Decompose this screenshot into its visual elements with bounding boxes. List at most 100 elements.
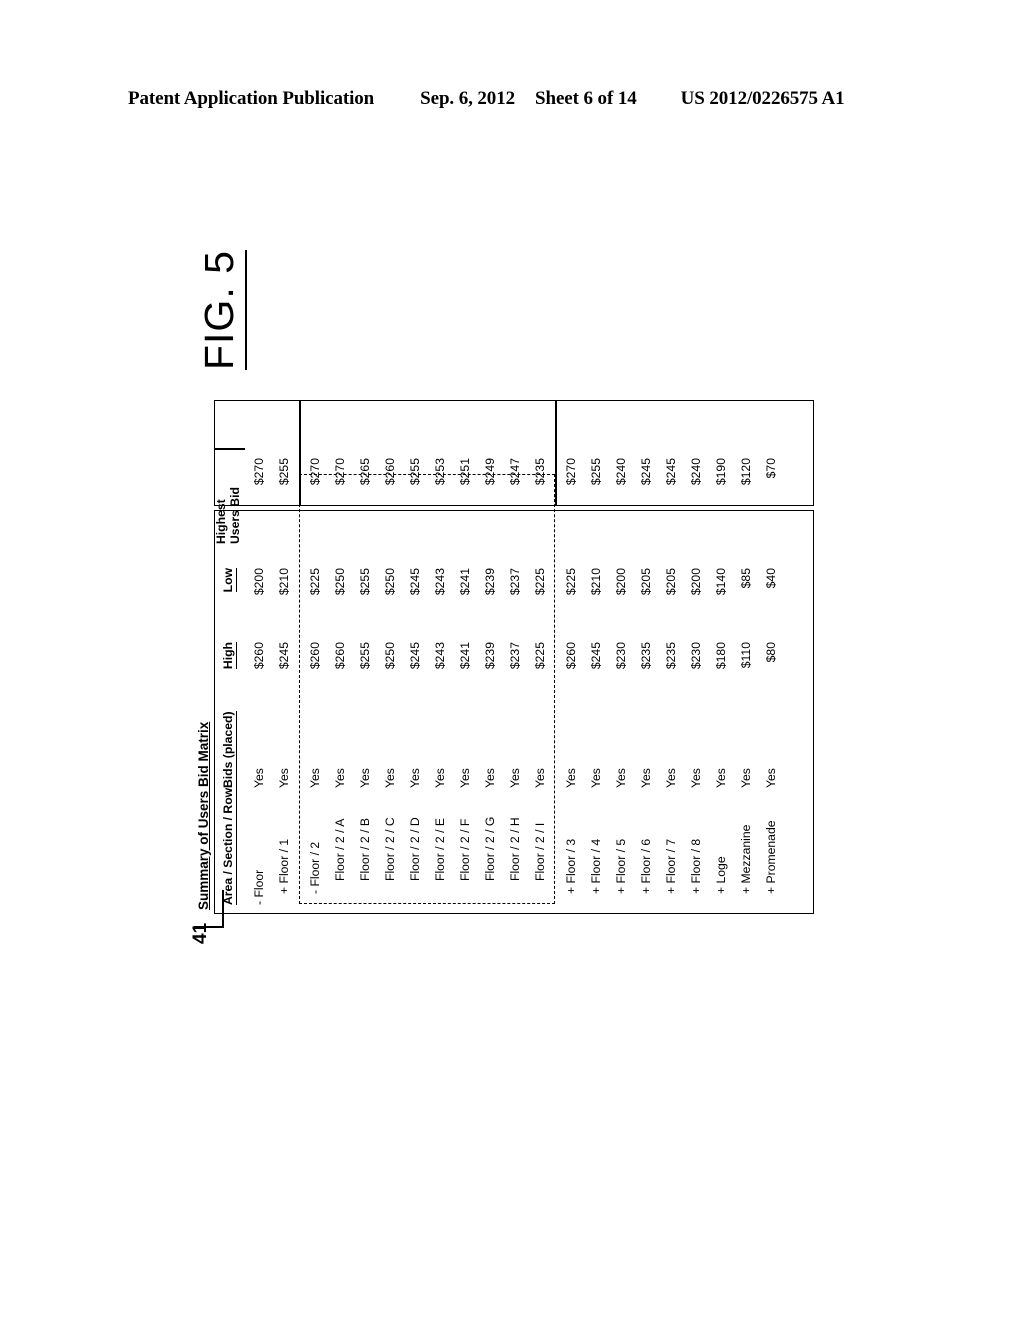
- column-header-highest-users-bid: Highest Users Bid: [214, 444, 242, 550]
- table-row[interactable]: + Floor / 5 Yes $230 $200 $240: [608, 400, 633, 914]
- cell-highest-users-bid: $270: [307, 458, 322, 486]
- column-header-bids-label: Bids (placed): [220, 711, 237, 788]
- cell-low: $85: [738, 568, 753, 589]
- cell-high: $235: [663, 642, 678, 670]
- cell-low: $241: [457, 568, 472, 596]
- table-row[interactable]: Floor / 2 / C Yes $250 $250 $260: [377, 400, 402, 914]
- cell-highest-users-bid: $270: [251, 458, 266, 486]
- cell-low: $200: [688, 568, 703, 596]
- cell-highest-users-bid: $120: [738, 458, 753, 486]
- patent-header: Patent Application Publication Sep. 6, 2…: [128, 88, 896, 110]
- cell-bids-placed: Yes: [432, 768, 447, 788]
- matrix-title: Summary of Users Bid Matrix: [196, 721, 211, 910]
- cell-high: $260: [251, 642, 266, 670]
- cell-high: $230: [688, 642, 703, 670]
- table-row[interactable]: Floor / 2 / I Yes $225 $225 $235: [527, 400, 552, 914]
- cell-low: $210: [276, 568, 291, 596]
- cell-highest-users-bid: $249: [482, 458, 497, 486]
- cell-bids-placed: Yes: [482, 768, 497, 788]
- cell-high: $260: [332, 642, 347, 670]
- cell-highest-users-bid: $260: [382, 458, 397, 486]
- cell-bids-placed: Yes: [532, 768, 547, 788]
- cell-high: $225: [532, 642, 547, 670]
- cell-bids-placed: Yes: [307, 768, 322, 788]
- cell-bids-placed: Yes: [688, 768, 703, 788]
- cell-high: $241: [457, 642, 472, 670]
- cell-area-section-row: Floor / 2 / B: [357, 818, 372, 881]
- cell-bids-placed: Yes: [507, 768, 522, 788]
- figure-body: Summary of Users Bid Matrix Area / Secti…: [188, 250, 824, 922]
- cell-bids-placed: Yes: [638, 768, 653, 788]
- table-row[interactable]: + Promenade Yes $80 $40 $70: [758, 400, 783, 914]
- cell-highest-users-bid: $253: [432, 458, 447, 486]
- cell-low: $205: [663, 568, 678, 596]
- cell-high: $245: [276, 642, 291, 670]
- sheet-number: Sheet 6 of 14: [535, 88, 637, 109]
- table-row[interactable]: Floor / 2 / H Yes $237 $237 $247: [502, 400, 527, 914]
- cell-area-section-row: - Floor: [251, 869, 266, 905]
- table-row[interactable]: + Floor / 1 Yes $245 $210 $255: [271, 400, 296, 914]
- cell-highest-users-bid: $265: [357, 458, 372, 486]
- cell-low: $205: [638, 568, 653, 596]
- table-row[interactable]: Floor / 2 / F Yes $241 $241 $251: [452, 400, 477, 914]
- table-row[interactable]: Floor / 2 / E Yes $243 $243 $253: [427, 400, 452, 914]
- cell-low: $250: [382, 568, 397, 596]
- cell-high: $250: [382, 642, 397, 670]
- table-row[interactable]: Floor / 2 / A Yes $260 $250 $270: [327, 400, 352, 914]
- column-header-high: High: [220, 628, 237, 706]
- table-row[interactable]: + Floor / 8 Yes $230 $200 $240: [683, 400, 708, 914]
- table-row[interactable]: - Floor Yes $260 $200 $270: [246, 400, 271, 914]
- cell-high: $235: [638, 642, 653, 670]
- cell-highest-users-bid: $255: [276, 458, 291, 486]
- cell-low: $225: [307, 568, 322, 596]
- cell-area-section-row: + Mezzanine: [738, 824, 753, 894]
- cell-area-section-row: + Promenade: [763, 820, 778, 894]
- cell-area-section-row: + Floor / 7: [663, 838, 678, 894]
- cell-highest-users-bid: $245: [663, 458, 678, 486]
- table-row[interactable]: Floor / 2 / B Yes $255 $255 $265: [352, 400, 377, 914]
- bid-matrix-table: Area / Section / Row Bids (placed) High Low…: [214, 400, 814, 914]
- column-header-low: Low: [220, 550, 237, 628]
- cell-highest-users-bid: $190: [713, 458, 728, 486]
- cell-low: $225: [563, 568, 578, 596]
- table-row[interactable]: - Floor / 2 Yes $260 $225 $270: [302, 400, 327, 914]
- table-row[interactable]: Floor / 2 / D Yes $245 $245 $255: [402, 400, 427, 914]
- table-row[interactable]: + Floor / 4 Yes $245 $210 $255: [583, 400, 608, 914]
- cell-bids-placed: Yes: [763, 768, 778, 788]
- cell-highest-users-bid: $235: [532, 458, 547, 486]
- cell-high: $80: [763, 642, 778, 663]
- column-header-highest-line2: Users Bid: [227, 487, 242, 544]
- table-row[interactable]: Floor / 2 / G Yes $239 $239 $249: [477, 400, 502, 914]
- cell-highest-users-bid: $247: [507, 458, 522, 486]
- cell-highest-users-bid: $240: [688, 458, 703, 486]
- cell-high: $237: [507, 642, 522, 670]
- table-row[interactable]: + Floor / 6 Yes $235 $205 $245: [633, 400, 658, 914]
- cell-bids-placed: Yes: [563, 768, 578, 788]
- cell-low: $255: [357, 568, 372, 596]
- table-row[interactable]: + Loge Yes $180 $140 $190: [708, 400, 733, 914]
- column-header-high-label: High: [220, 642, 237, 670]
- cell-area-section-row: + Floor / 8: [688, 838, 703, 894]
- cell-high: $110: [738, 642, 753, 669]
- cell-area-section-row: + Floor / 1: [276, 838, 291, 894]
- table-row[interactable]: + Floor / 7 Yes $235 $205 $245: [658, 400, 683, 914]
- table-header-row: Area / Section / Row Bids (placed) High Low…: [214, 400, 242, 914]
- cell-high: $260: [563, 642, 578, 670]
- table-row[interactable]: + Mezzanine Yes $110 $85 $120: [733, 400, 758, 914]
- group-separator-line: [555, 400, 557, 506]
- cell-high: $239: [482, 642, 497, 670]
- cell-bids-placed: Yes: [663, 768, 678, 788]
- publication-label: Patent Application Publication: [128, 88, 375, 109]
- cell-area-section-row: Floor / 2 / F: [457, 818, 472, 881]
- cell-area-section-row: + Loge: [713, 856, 728, 894]
- cell-area-section-row: + Floor / 4: [588, 838, 603, 894]
- cell-low: $239: [482, 568, 497, 596]
- cell-high: $243: [432, 642, 447, 670]
- reference-numeral-label: 41: [190, 922, 211, 944]
- cell-bids-placed: Yes: [713, 768, 728, 788]
- cell-bids-placed: Yes: [357, 768, 372, 788]
- column-header-area-label: Area / Section / Row: [220, 787, 237, 905]
- cell-bids-placed: Yes: [332, 768, 347, 788]
- cell-low: $200: [251, 568, 266, 596]
- table-row[interactable]: + Floor / 3 Yes $260 $225 $270: [558, 400, 583, 914]
